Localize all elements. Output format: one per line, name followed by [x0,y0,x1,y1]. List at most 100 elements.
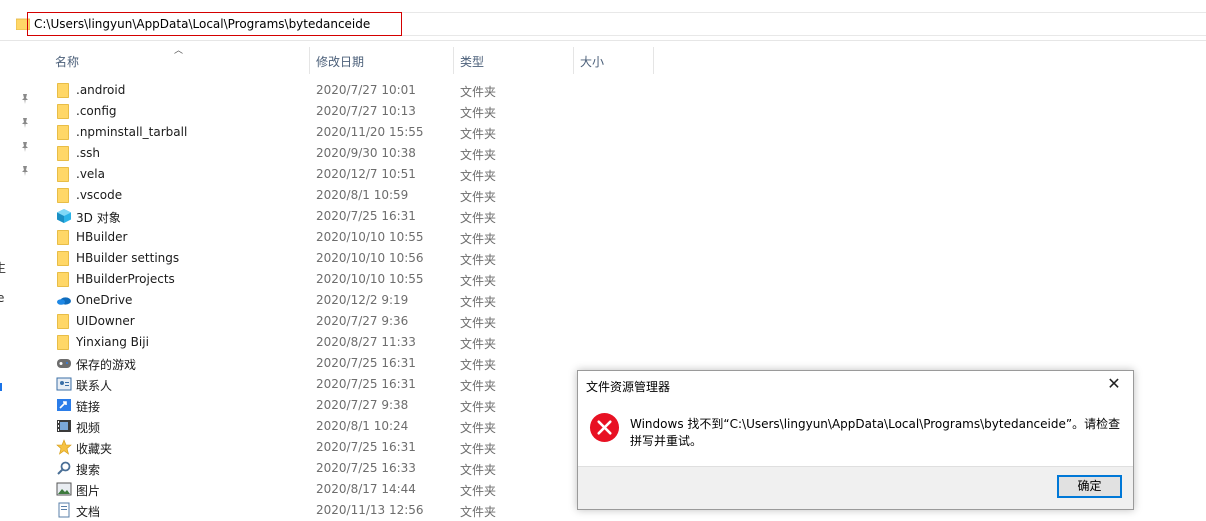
file-date: 2020/7/25 16:31 [316,209,416,223]
file-type: 文件夹 [460,337,497,351]
file-row[interactable]: .android 2020/7/27 10:01 文件夹 [50,80,610,101]
file-type: 文件夹 [460,169,497,183]
file-name: .vscode [76,188,123,202]
dialog-message: Windows 找不到“C:\Users\lingyun\AppData\Loc… [630,417,1121,448]
file-name: 图片 [76,484,101,498]
nav-item-fragment[interactable]: e [0,291,4,305]
file-date: 2020/10/10 10:55 [316,230,424,244]
folder-icon [57,125,69,140]
file-name: OneDrive [76,293,133,307]
file-type: 文件夹 [460,127,497,141]
file-type: 文件夹 [460,274,497,288]
file-date: 2020/12/7 10:51 [316,167,416,181]
nav-item-fragment[interactable]: 生 [0,259,6,276]
address-path[interactable]: C:\Users\lingyun\AppData\Local\Programs\… [34,17,370,31]
pin-icon[interactable] [20,165,30,177]
file-date: 2020/7/27 9:36 [316,314,409,328]
folder-icon [57,230,69,245]
file-row[interactable]: HBuilderProjects 2020/10/10 10:55 文件夹 [50,269,610,290]
pin-icon[interactable] [20,93,30,105]
column-header-date[interactable]: 修改日期 [310,47,452,74]
column-divider[interactable] [653,47,654,74]
file-name: 保存的游戏 [76,358,137,372]
file-row[interactable]: 视频 2020/8/1 10:24 文件夹 [50,416,610,437]
file-date: 2020/11/13 12:56 [316,503,424,517]
file-type: 文件夹 [460,316,497,330]
ok-button[interactable]: 确定 [1057,475,1122,498]
searches-icon [56,460,72,476]
file-type: 文件夹 [460,106,497,120]
file-row[interactable]: HBuilder settings 2020/10/10 10:56 文件夹 [50,248,610,269]
file-row[interactable]: OneDrive 2020/12/2 9:19 文件夹 [50,290,610,311]
file-type: 文件夹 [460,295,497,309]
folder-icon [57,188,69,203]
file-date: 2020/11/20 15:55 [316,125,424,139]
file-name: 文档 [76,505,101,519]
file-row[interactable]: .ssh 2020/9/30 10:38 文件夹 [50,143,610,164]
file-type: 文件夹 [460,253,497,267]
file-type: 文件夹 [460,358,497,372]
file-row[interactable]: .config 2020/7/27 10:13 文件夹 [50,101,610,122]
pin-icon[interactable] [20,117,30,129]
file-name: .ssh [76,146,100,160]
column-header-size[interactable]: 大小 [574,47,652,74]
dialog-title: 文件资源管理器 [586,380,671,394]
file-type: 文件夹 [460,211,497,225]
folder-icon [57,167,69,182]
file-name: .npminstall_tarball [76,125,188,139]
contacts-icon [56,376,72,392]
file-row[interactable]: 3D 对象 2020/7/25 16:31 文件夹 [50,206,610,227]
file-name: HBuilderProjects [76,272,175,286]
close-icon[interactable]: ✕ [1105,375,1123,393]
file-row[interactable]: .npminstall_tarball 2020/11/20 15:55 文件夹 [50,122,610,143]
file-row[interactable]: UIDowner 2020/7/27 9:36 文件夹 [50,311,610,332]
file-type: 文件夹 [460,421,497,435]
column-header-type[interactable]: 类型 [454,47,572,74]
file-date: 2020/7/27 9:38 [316,398,409,412]
file-row[interactable]: HBuilder 2020/10/10 10:55 文件夹 [50,227,610,248]
file-row[interactable]: Yinxiang Biji 2020/8/27 11:33 文件夹 [50,332,610,353]
file-row[interactable]: .vela 2020/12/7 10:51 文件夹 [50,164,610,185]
onedrive-icon [56,292,72,308]
file-date: 2020/7/27 10:01 [316,83,416,97]
saved-games-icon [56,355,72,371]
file-date: 2020/8/17 14:44 [316,482,416,496]
file-type: 文件夹 [460,85,497,99]
file-type: 文件夹 [460,442,497,456]
address-bar-row: C:\Users\lingyun\AppData\Local\Programs\… [0,10,1206,41]
address-bar-extension[interactable] [402,12,1206,36]
file-type: 文件夹 [460,505,497,519]
file-row[interactable]: .vscode 2020/8/1 10:59 文件夹 [50,185,610,206]
file-name: 收藏夹 [76,442,113,456]
file-name: Yinxiang Biji [76,335,149,349]
links-icon [56,397,72,413]
file-date: 2020/7/25 16:31 [316,356,416,370]
file-name: 链接 [76,400,101,414]
file-row[interactable]: 收藏夹 2020/7/25 16:31 文件夹 [50,437,610,458]
file-date: 2020/10/10 10:55 [316,272,424,286]
file-type: 文件夹 [460,484,497,498]
file-name: 搜索 [76,463,101,477]
file-name: UIDowner [76,314,135,328]
file-date: 2020/7/27 10:13 [316,104,416,118]
file-row[interactable]: 链接 2020/7/27 9:38 文件夹 [50,395,610,416]
file-row[interactable]: 保存的游戏 2020/7/25 16:31 文件夹 [50,353,610,374]
address-bar[interactable]: C:\Users\lingyun\AppData\Local\Programs\… [27,12,402,36]
folder-icon [57,83,69,98]
favorites-icon [56,439,72,455]
file-row[interactable]: 联系人 2020/7/25 16:31 文件夹 [50,374,610,395]
file-row[interactable]: 文档 2020/11/13 12:56 文件夹 [50,500,610,521]
file-row[interactable]: 搜索 2020/7/25 16:33 文件夹 [50,458,610,479]
pin-icon[interactable] [20,141,30,153]
column-header-name[interactable]: 名称 [50,47,308,74]
documents-icon [56,502,72,518]
file-date: 2020/12/2 9:19 [316,293,409,307]
file-type: 文件夹 [460,232,497,246]
file-row[interactable]: 图片 2020/8/17 14:44 文件夹 [50,479,610,500]
folder-icon [57,335,69,350]
nav-selection-marker [0,383,2,391]
file-type: 文件夹 [460,148,497,162]
pictures-icon [56,481,72,497]
file-name: 联系人 [76,379,113,393]
folder-icon [57,272,69,287]
